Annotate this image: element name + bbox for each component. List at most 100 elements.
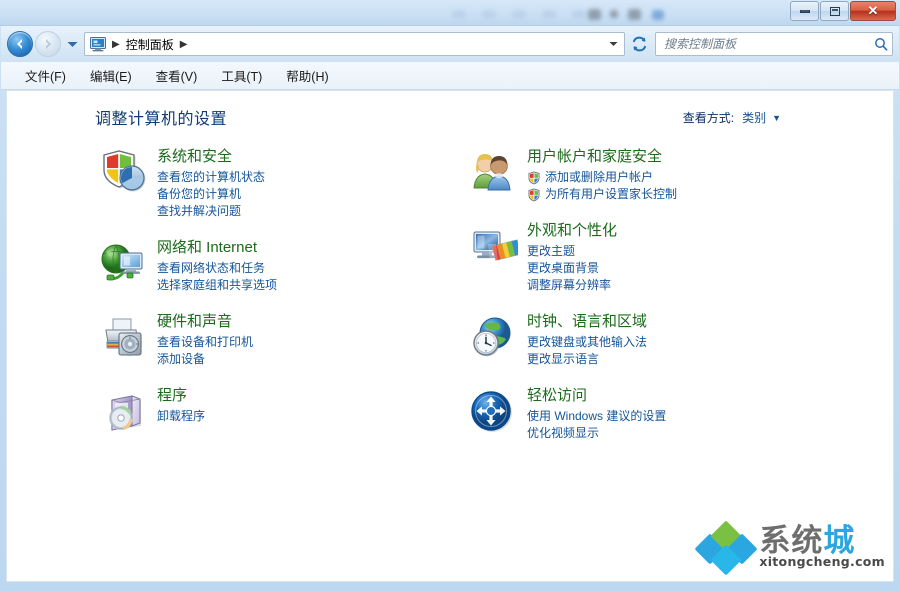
link-text: 选择家庭组和共享选项 xyxy=(157,278,278,292)
refresh-icon xyxy=(632,36,646,52)
category-link[interactable]: 查找并解决问题 xyxy=(157,203,265,220)
category-link[interactable]: 查看您的计算机状态 xyxy=(157,169,265,186)
view-by-value[interactable]: 类别 xyxy=(742,109,766,126)
network-globe-icon[interactable] xyxy=(95,236,151,292)
watermark-url: xitongcheng.com xyxy=(759,554,885,569)
address-dropdown-button[interactable] xyxy=(604,33,622,55)
link-text: 使用 Windows 建议的设置 xyxy=(527,409,667,423)
menu-tools[interactable]: 工具(T) xyxy=(211,63,272,88)
category-title[interactable]: 轻松访问 xyxy=(527,386,666,406)
restore-button[interactable] xyxy=(820,1,849,21)
category-clock-language-and-region: 时钟、语言和区域 更改键盘或其他输入法 更改显示语言 xyxy=(465,308,825,368)
menu-file[interactable]: 文件(F) xyxy=(15,63,76,88)
category-link[interactable]: 卸载程序 xyxy=(157,408,205,425)
category-link[interactable]: 查看网络状态和任务 xyxy=(157,260,277,277)
address-bar: ▶ 控制面板 ▶ xyxy=(1,26,899,62)
link-text: 查看设备和打印机 xyxy=(157,335,254,349)
category-link[interactable]: 优化视频显示 xyxy=(527,425,666,442)
category-body: 用户帐户和家庭安全 添加或删除用户帐户 为所有用户设置家长控制 xyxy=(527,143,677,203)
menu-edit[interactable]: 编辑(E) xyxy=(80,63,142,88)
chevron-down-icon xyxy=(67,41,77,47)
blurred-toolbar-ghost xyxy=(482,10,496,19)
category-title[interactable]: 网络和 Internet xyxy=(157,238,277,258)
category-link[interactable]: 更改键盘或其他输入法 xyxy=(527,334,647,351)
ease-of-access-icon[interactable] xyxy=(465,384,521,440)
category-link[interactable]: 查看设备和打印机 xyxy=(157,334,253,351)
breadcrumb-separator-2[interactable]: ▶ xyxy=(176,39,192,50)
category-body: 轻松访问 使用 Windows 建议的设置 优化视频显示 xyxy=(527,382,666,442)
search-input[interactable] xyxy=(664,37,874,51)
view-by-label: 查看方式: xyxy=(682,111,735,125)
forward-button[interactable] xyxy=(35,31,61,57)
category-ease-of-access: 轻松访问 使用 Windows 建议的设置 优化视频显示 xyxy=(465,382,825,442)
minimize-button[interactable] xyxy=(790,1,819,21)
link-text: 查看网络状态和任务 xyxy=(157,261,266,275)
breadcrumb-current[interactable]: 控制面板 xyxy=(124,36,176,53)
category-title[interactable]: 程序 xyxy=(157,386,205,406)
programs-box-icon[interactable] xyxy=(95,384,151,440)
breadcrumb-separator-1: ▶ xyxy=(112,38,120,50)
diamond-logo-icon xyxy=(694,520,758,576)
category-title[interactable]: 外观和个性化 xyxy=(527,221,617,241)
blurred-toolbar-ghost xyxy=(610,10,618,18)
security-shield-icon[interactable] xyxy=(95,145,151,201)
category-body: 外观和个性化 更改主题 更改桌面背景 调整屏幕分辨率 xyxy=(527,217,617,294)
search-icon[interactable] xyxy=(874,37,888,51)
search-box[interactable] xyxy=(655,32,893,56)
link-text: 备份您的计算机 xyxy=(157,187,242,201)
link-text: 更改显示语言 xyxy=(527,352,600,366)
minimize-icon xyxy=(799,9,810,13)
restore-icon xyxy=(829,6,840,16)
uac-shield-icon xyxy=(528,171,540,184)
category-link[interactable]: 调整屏幕分辨率 xyxy=(527,277,617,294)
user-accounts-icon[interactable] xyxy=(465,145,521,201)
category-title[interactable]: 系统和安全 xyxy=(157,147,265,167)
close-button[interactable]: ✕ xyxy=(850,1,896,21)
link-text: 添加设备 xyxy=(157,352,206,366)
categories-column-right: 用户帐户和家庭安全 添加或删除用户帐户 为所有用户设置家长控制 外观和个性化 更… xyxy=(465,143,825,456)
category-link[interactable]: 选择家庭组和共享选项 xyxy=(157,277,277,294)
back-arrow-icon xyxy=(17,39,22,49)
back-button[interactable] xyxy=(7,31,33,57)
category-link[interactable]: 添加设备 xyxy=(157,351,253,368)
link-text: 查找并解决问题 xyxy=(157,204,242,218)
clock-language-icon[interactable] xyxy=(465,310,521,366)
uac-shield-icon xyxy=(528,188,540,201)
categories-column-left: 系统和安全 查看您的计算机状态 备份您的计算机 查找并解决问题 网络和 Inte… xyxy=(95,143,455,456)
link-text: 优化视频显示 xyxy=(527,426,600,440)
category-link[interactable]: 添加或删除用户帐户 xyxy=(527,169,677,186)
category-link[interactable]: 更改桌面背景 xyxy=(527,260,617,277)
category-link[interactable]: 使用 Windows 建议的设置 xyxy=(527,408,666,425)
refresh-button[interactable] xyxy=(627,32,651,56)
category-title[interactable]: 时钟、语言和区域 xyxy=(527,312,647,332)
window-title-bar[interactable]: ✕ xyxy=(0,0,900,26)
blurred-toolbar-ghost xyxy=(628,9,641,20)
printer-sound-icon[interactable] xyxy=(95,310,151,366)
blurred-toolbar-ghost xyxy=(542,10,556,19)
category-link[interactable]: 更改主题 xyxy=(527,243,617,260)
view-by-control[interactable]: 查看方式: 类别 ▼ xyxy=(683,109,781,126)
blurred-toolbar-ghost xyxy=(452,10,466,19)
category-link[interactable]: 更改显示语言 xyxy=(527,351,647,368)
link-text: 添加或删除用户帐户 xyxy=(545,170,654,184)
close-icon: ✕ xyxy=(867,3,879,18)
recent-pages-button[interactable] xyxy=(64,33,80,55)
watermark-logo: 系统城 xitongcheng.com xyxy=(694,519,885,576)
category-user-accounts-and-family-safety: 用户帐户和家庭安全 添加或删除用户帐户 为所有用户设置家长控制 xyxy=(465,143,825,203)
blurred-toolbar-ghost xyxy=(588,9,601,20)
chevron-down-icon[interactable]: ▼ xyxy=(772,113,781,123)
blurred-toolbar-ghost xyxy=(512,10,526,19)
category-system-and-security: 系统和安全 查看您的计算机状态 备份您的计算机 查找并解决问题 xyxy=(95,143,455,220)
window-controls: ✕ xyxy=(790,1,896,21)
category-title[interactable]: 用户帐户和家庭安全 xyxy=(527,147,677,167)
breadcrumb-bar[interactable]: ▶ 控制面板 ▶ xyxy=(84,32,625,56)
category-body: 程序 卸载程序 xyxy=(157,382,205,425)
categories-grid: 系统和安全 查看您的计算机状态 备份您的计算机 查找并解决问题 网络和 Inte… xyxy=(7,143,893,456)
menu-view[interactable]: 查看(V) xyxy=(146,63,208,88)
category-link[interactable]: 备份您的计算机 xyxy=(157,186,265,203)
category-link[interactable]: 为所有用户设置家长控制 xyxy=(527,186,677,203)
menu-help[interactable]: 帮助(H) xyxy=(276,63,338,88)
link-text: 更改桌面背景 xyxy=(527,261,600,275)
appearance-monitor-icon[interactable] xyxy=(465,219,521,275)
category-title[interactable]: 硬件和声音 xyxy=(157,312,253,332)
